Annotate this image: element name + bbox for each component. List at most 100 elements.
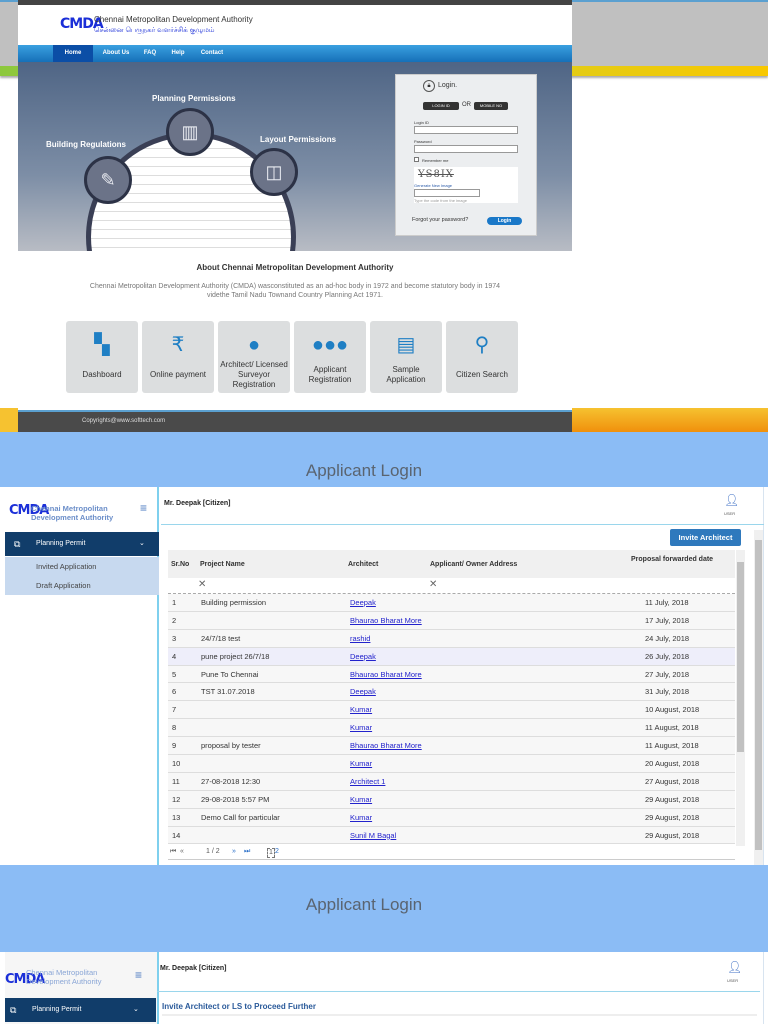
- org-name: Chennai Metropolitan Development Authori…: [26, 968, 102, 986]
- tile-label: Architect/ Licensed Surveyor Registratio…: [220, 360, 288, 389]
- architect-link[interactable]: Kumar: [350, 705, 372, 714]
- tile-dashboard[interactable]: ▚ Dashboard: [66, 321, 138, 393]
- page-1-link[interactable]: 1: [267, 848, 275, 858]
- table-row[interactable]: 6 TST 31.07.2018 Deepak 31 July, 2018: [168, 683, 735, 702]
- nav-faq[interactable]: FAQ: [140, 45, 160, 62]
- architect-link[interactable]: Bhaurao Bharat More: [350, 616, 422, 625]
- table-row[interactable]: 13 Demo Call for particular Kumar 29 August…: [168, 808, 735, 827]
- architect-link[interactable]: rashid: [350, 634, 370, 643]
- login-id-input[interactable]: [414, 126, 518, 134]
- scroll-thumb[interactable]: [737, 562, 744, 752]
- tile-label: Sample Application: [386, 365, 426, 384]
- sidebar-item-invited-application[interactable]: Invited Application: [5, 557, 159, 576]
- password-label: Password: [414, 139, 432, 144]
- table-row[interactable]: 1 Building permission Deepak 11 July, 2018: [168, 594, 735, 612]
- cell-date: 27 July, 2018: [645, 669, 690, 679]
- table-scrollbar[interactable]: [736, 550, 745, 846]
- col-proposal-date[interactable]: Proposal forwarded date: [631, 555, 721, 564]
- forgot-password-link[interactable]: Forgot your password?: [412, 217, 468, 223]
- user-name: Mr. Deepak [Citizen]: [164, 500, 231, 507]
- last-page-icon[interactable]: ⏭: [244, 844, 250, 860]
- layout-icon[interactable]: ◫: [250, 148, 298, 196]
- label-layout: Layout Permissions: [260, 135, 337, 144]
- tile-citizen-search[interactable]: ⚲ Citizen Search: [446, 321, 518, 393]
- tile-sample-application[interactable]: ▤ Sample Application: [370, 321, 442, 393]
- architect-link[interactable]: Architect 1: [350, 777, 385, 786]
- remember-checkbox[interactable]: [414, 157, 419, 162]
- label-building: Building Regulations: [46, 140, 126, 149]
- table-row[interactable]: 12 29-08-2018 5:57 PM Kumar 29 August, 2018: [168, 790, 735, 809]
- user-label: USER: [724, 511, 736, 516]
- top-header: Mr. Deepak [Citizen] 👤︎ USER: [161, 487, 764, 525]
- table-row[interactable]: 8 Kumar 11 August, 2018: [168, 719, 735, 738]
- login-id-tab[interactable]: LOGIN ID: [423, 102, 459, 110]
- clear-filter-icon[interactable]: ✕: [429, 579, 437, 590]
- chevron-down-icon: ⌄: [139, 540, 145, 547]
- page-scrollbar[interactable]: [754, 530, 763, 865]
- architect-link[interactable]: Bhaurao Bharat More: [350, 670, 422, 679]
- table-row[interactable]: 7 Kumar 10 August, 2018: [168, 701, 735, 720]
- table-row[interactable]: 2 Bhaurao Bharat More 17 July, 2018: [168, 611, 735, 630]
- architect-link[interactable]: Bhaurao Bharat More: [350, 741, 422, 750]
- table-row[interactable]: 5 Pune To Chennai Bhaurao Bharat More 27 Ju…: [168, 665, 735, 684]
- label-planning: Planning Permissions: [152, 94, 236, 103]
- table-row[interactable]: 10 Kumar 20 August, 2018: [168, 755, 735, 773]
- hamburger-icon[interactable]: ≡: [135, 968, 142, 982]
- architect-link[interactable]: Deepak: [350, 687, 376, 696]
- nav-home[interactable]: Home: [53, 45, 93, 62]
- sidebar-item-planning-permit[interactable]: ⧉ Planning Permit ⌄: [5, 998, 156, 1022]
- sidebar-item-draft-application[interactable]: Draft Application: [5, 576, 159, 595]
- user-name: Mr. Deepak [Citizen]: [160, 965, 227, 972]
- title-band: Applicant Login: [0, 432, 768, 487]
- top-header: Mr. Deepak [Citizen] 👤︎ USER: [157, 952, 760, 992]
- cell-srno: 10: [172, 759, 181, 769]
- main-nav: Home About Us FAQ Help Contact: [18, 45, 572, 62]
- prev-page-icon[interactable]: «: [180, 844, 184, 860]
- architect-link[interactable]: Sunil M Bagal: [350, 831, 396, 840]
- tile-applicant-registration[interactable]: ●●● Applicant Registration: [294, 321, 366, 393]
- hamburger-icon[interactable]: ≡: [140, 501, 147, 515]
- password-input[interactable]: [414, 145, 518, 153]
- architect-link[interactable]: Kumar: [350, 723, 372, 732]
- new-image-link[interactable]: Generate New Image: [414, 183, 452, 188]
- table-row[interactable]: 11 27-08-2018 12:30 Architect 1 27 August, …: [168, 772, 735, 791]
- architect-link[interactable]: Kumar: [350, 759, 372, 768]
- building-icon[interactable]: ▥: [166, 108, 214, 156]
- first-page-icon[interactable]: ⏮: [170, 844, 176, 860]
- tile-online-payment[interactable]: ₹ Online payment: [142, 321, 214, 393]
- tile-architect-registration[interactable]: ● Architect/ Licensed Surveyor Registrati…: [218, 321, 290, 393]
- col-srno[interactable]: Sr.No: [171, 560, 189, 569]
- nav-about[interactable]: About Us: [98, 45, 134, 62]
- table-row[interactable]: 14 Sunil M Bagal 29 August, 2018: [168, 826, 735, 845]
- table-row[interactable]: 9 proposal by tester Bhaurao Bharat More 11…: [168, 737, 735, 756]
- table-row[interactable]: 4 pune project 26/7/18 Deepak 26 July, 2018: [168, 647, 735, 666]
- captcha-area: YS8IX Generate New Image Type the code f…: [414, 167, 518, 203]
- scroll-thumb[interactable]: [755, 540, 762, 850]
- login-button[interactable]: Login: [487, 217, 522, 225]
- col-address[interactable]: Applicant/ Owner Address: [430, 560, 517, 569]
- next-page-icon[interactable]: »: [232, 844, 236, 860]
- clear-filter-icon[interactable]: ✕: [198, 579, 206, 590]
- cell-srno: 13: [172, 812, 181, 822]
- section-title: Invite Architect or LS to Proceed Furthe…: [162, 1002, 757, 1016]
- architect-link[interactable]: Deepak: [350, 598, 376, 607]
- captcha-input[interactable]: [414, 189, 480, 197]
- document-pen-icon[interactable]: ✎: [84, 156, 132, 204]
- nav-contact[interactable]: Contact: [196, 45, 228, 62]
- col-architect[interactable]: Architect: [348, 560, 378, 569]
- user-icon[interactable]: 👤︎: [724, 493, 739, 507]
- sidebar-item-planning-permit[interactable]: ⧉ Planning Permit ⌄: [5, 532, 159, 556]
- architect-link[interactable]: Kumar: [350, 795, 372, 804]
- architect-link[interactable]: Deepak: [350, 652, 376, 661]
- tile-label: Citizen Search: [455, 370, 509, 379]
- login-id-label: Login ID: [414, 120, 429, 125]
- orange-strip: [572, 408, 768, 432]
- nav-help[interactable]: Help: [166, 45, 190, 62]
- invite-architect-button[interactable]: Invite Architect: [670, 529, 741, 546]
- architect-link[interactable]: Kumar: [350, 813, 372, 822]
- col-project-name[interactable]: Project Name: [200, 560, 245, 569]
- user-icon[interactable]: 👤︎: [727, 960, 742, 974]
- page-2-link[interactable]: 2: [275, 844, 279, 860]
- table-row[interactable]: 3 24/7/18 test rashid 24 July, 2018: [168, 629, 735, 648]
- mobile-tab[interactable]: MOBILE NO: [474, 102, 508, 110]
